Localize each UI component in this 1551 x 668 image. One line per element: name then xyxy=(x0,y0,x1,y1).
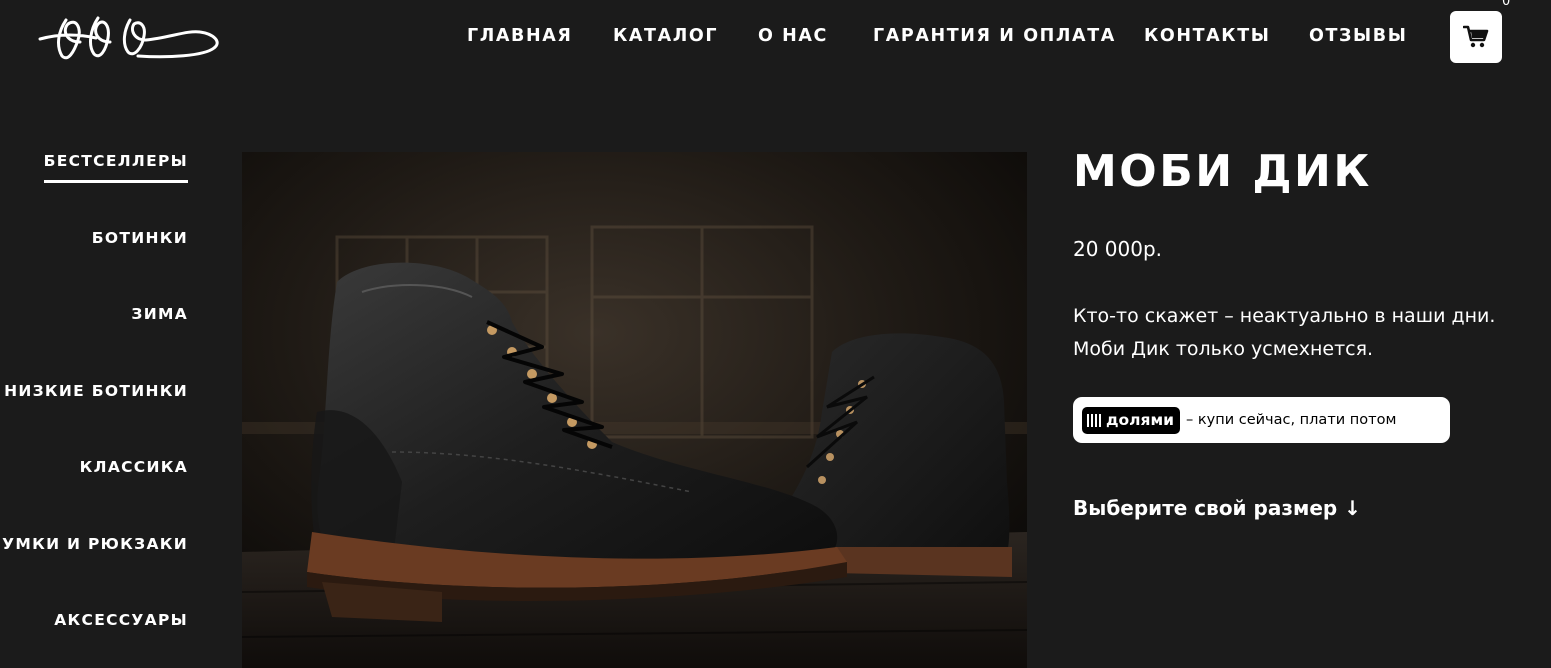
installment-banner[interactable]: долями – купи сейчас, плати потом xyxy=(1073,397,1450,443)
category-low-boots[interactable]: НИЗКИЕ БОТИНКИ xyxy=(4,382,188,400)
nav-reviews[interactable]: ОТЗЫВЫ xyxy=(1309,26,1407,46)
category-boots[interactable]: БОТИНКИ xyxy=(92,229,188,247)
description-line-2: Моби Дик только усмехнется. xyxy=(1073,338,1374,360)
page: ГЛАВНАЯ КАТАЛОГ О НАС ГАРАНТИЯ И ОПЛАТА … xyxy=(0,0,1551,668)
category-accessories[interactable]: АКСЕССУАРЫ xyxy=(54,611,188,629)
category-winter[interactable]: ЗИМА xyxy=(131,305,188,323)
dolyami-badge: долями xyxy=(1082,406,1181,434)
size-selector-toggle[interactable]: Выберите свой размер ↓ xyxy=(1073,496,1361,520)
brand-logo[interactable] xyxy=(38,12,228,68)
description-line-1: Кто-то скажет – неактуально в наши дни. xyxy=(1073,305,1496,327)
nav-catalog[interactable]: КАТАЛОГ xyxy=(613,26,718,46)
cart-button[interactable] xyxy=(1450,11,1502,63)
product-title: МОБИ ДИК xyxy=(1073,146,1372,197)
product-price: 20 000р. xyxy=(1073,237,1163,261)
dolyami-bars-icon xyxy=(1087,413,1101,427)
cart-icon xyxy=(1463,25,1489,48)
nav-contacts[interactable]: КОНТАКТЫ xyxy=(1144,26,1270,46)
category-classic[interactable]: КЛАССИКА xyxy=(80,458,188,476)
installment-text: – купи сейчас, плати потом xyxy=(1186,412,1397,428)
nav-about[interactable]: О НАС xyxy=(758,26,828,46)
nav-home[interactable]: ГЛАВНАЯ xyxy=(467,26,572,46)
nav-warranty-payment[interactable]: ГАРАНТИЯ И ОПЛАТА xyxy=(873,26,1116,46)
dolyami-badge-label: долями xyxy=(1106,411,1175,429)
boots-photo xyxy=(242,152,1027,668)
product-image[interactable] xyxy=(242,152,1027,668)
category-bestsellers[interactable]: БЕСТСЕЛЛЕРЫ xyxy=(43,152,189,183)
category-bags-backpacks[interactable]: СУМКИ И РЮКЗАКИ xyxy=(0,535,188,553)
cart-count-badge: 0 xyxy=(1502,0,1511,9)
product-description: Кто-то скажет – неактуально в наши дни. … xyxy=(1073,300,1543,366)
